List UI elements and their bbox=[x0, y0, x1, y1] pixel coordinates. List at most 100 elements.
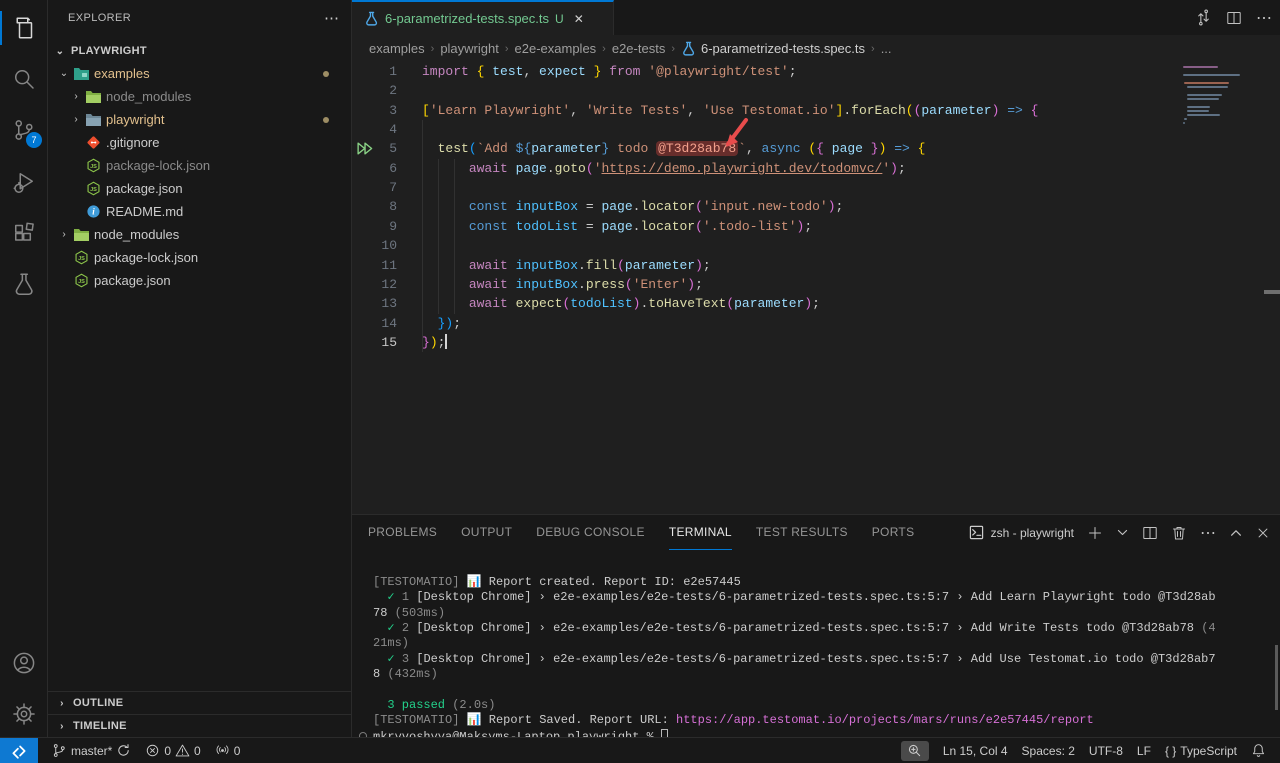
zoom-icon bbox=[907, 743, 922, 758]
tree-item-package-json[interactable]: JSpackage.json bbox=[48, 269, 351, 292]
source-control-icon[interactable]: 7 bbox=[0, 106, 48, 154]
tree-item-package-json[interactable]: JSpackage.json bbox=[48, 177, 351, 200]
cursor-position-item[interactable]: Ln 15, Col 4 bbox=[937, 740, 1014, 762]
line-number: 7 bbox=[352, 178, 397, 197]
breadcrumb-item[interactable]: ... bbox=[881, 41, 892, 56]
indentation-item[interactable]: Spaces: 2 bbox=[1016, 740, 1081, 762]
split-editor-icon[interactable] bbox=[1226, 10, 1242, 26]
terminal-dropdown-icon[interactable] bbox=[1116, 526, 1129, 539]
panel-tab-bar: PROBLEMS OUTPUT DEBUG CONSOLE TERMINAL TEST … bbox=[368, 515, 914, 550]
tree-item-label: package.json bbox=[94, 273, 171, 288]
sidebar-title: EXPLORER bbox=[68, 12, 324, 24]
outline-section[interactable]: › OUTLINE bbox=[48, 691, 351, 714]
breadcrumb-item[interactable]: e2e-examples bbox=[515, 41, 597, 56]
svg-text:JS: JS bbox=[78, 256, 85, 262]
account-icon[interactable] bbox=[0, 639, 48, 687]
problems-item[interactable]: 0 0 bbox=[139, 740, 206, 762]
tree-item-label: playwright bbox=[106, 112, 165, 127]
terminal-line: [TESTOMATIO] 📊 Report created. Report ID… bbox=[373, 575, 1266, 590]
search-icon[interactable] bbox=[0, 55, 48, 103]
breadcrumb-item[interactable]: 6-parametrized-tests.spec.ts bbox=[681, 41, 865, 56]
scm-badge: 7 bbox=[26, 132, 42, 148]
terminal-line: ✓ 2 [Desktop Chrome] › e2e-examples/e2e-… bbox=[373, 621, 1266, 636]
testing-icon[interactable] bbox=[0, 260, 48, 308]
workspace-section-header[interactable]: ⌄ PLAYWRIGHT bbox=[52, 40, 351, 62]
panel-more-actions-icon[interactable]: ⋯ bbox=[1200, 523, 1216, 543]
warnings-count: 0 bbox=[194, 744, 201, 758]
breadcrumb: examples›playwright›e2e-examples›e2e-tes… bbox=[352, 35, 1280, 62]
branch-name: master* bbox=[71, 744, 112, 758]
panel-tab-terminal[interactable]: TERMINAL bbox=[669, 515, 732, 550]
screencast-zoom-item[interactable] bbox=[895, 740, 935, 762]
panel-tab-output[interactable]: OUTPUT bbox=[461, 515, 512, 550]
run-debug-icon[interactable] bbox=[0, 158, 48, 206]
terminal-line: 21ms) bbox=[373, 636, 1266, 651]
sync-icon bbox=[116, 743, 131, 758]
chevron-right-icon: › bbox=[68, 114, 84, 125]
tree-item-examples[interactable]: ⌄examples bbox=[48, 62, 351, 85]
new-terminal-icon[interactable] bbox=[1087, 525, 1103, 541]
tree-item-playwright[interactable]: › playwright bbox=[48, 108, 351, 131]
timeline-section[interactable]: › TIMELINE bbox=[48, 714, 351, 737]
ports-item[interactable]: 0 bbox=[209, 740, 247, 762]
encoding-item[interactable]: UTF-8 bbox=[1083, 740, 1129, 762]
tree-item-readme-md[interactable]: iREADME.md bbox=[48, 200, 351, 223]
terminal-line: [TESTOMATIO] 📊 Report Saved. Report URL:… bbox=[373, 713, 1266, 728]
panel-tab-debug-console[interactable]: DEBUG CONSOLE bbox=[536, 515, 645, 550]
modified-dot bbox=[323, 71, 329, 77]
tab-close-icon[interactable]: ✕ bbox=[574, 12, 584, 26]
terminal-title: zsh - playwright bbox=[991, 526, 1074, 540]
line-number: 2 bbox=[352, 81, 397, 100]
panel-tab-problems[interactable]: PROBLEMS bbox=[368, 515, 437, 550]
chevron-down-icon: ⌄ bbox=[52, 46, 68, 57]
terminal-icon bbox=[969, 525, 984, 540]
explorer-more-actions-icon[interactable]: ⋯ bbox=[324, 9, 339, 27]
tree-item-package-lock-json[interactable]: JSpackage-lock.json bbox=[48, 154, 351, 177]
terminal-scrollbar[interactable] bbox=[1275, 645, 1278, 710]
bottom-panel: PROBLEMS OUTPUT DEBUG CONSOLE TERMINAL TEST … bbox=[352, 514, 1280, 737]
line-number: 14 bbox=[352, 314, 397, 333]
terminal-output[interactable]: [TESTOMATIO] 📊 Report created. Report ID… bbox=[352, 550, 1280, 737]
line-number: 1 bbox=[352, 62, 397, 81]
line-number: 13 bbox=[352, 294, 397, 313]
explorer-icon[interactable] bbox=[0, 4, 48, 52]
extensions-icon[interactable] bbox=[0, 209, 48, 257]
svg-text:JS: JS bbox=[90, 187, 97, 193]
kill-terminal-icon[interactable] bbox=[1171, 525, 1187, 541]
breadcrumb-item[interactable]: playwright bbox=[440, 41, 499, 56]
maximize-panel-icon[interactable] bbox=[1229, 526, 1243, 540]
settings-gear-icon[interactable] bbox=[0, 690, 48, 738]
tree-item-node-modules[interactable]: ›node_modules bbox=[48, 223, 351, 246]
line-number: 4 bbox=[352, 120, 397, 139]
readme-icon: i bbox=[84, 204, 102, 219]
code-line: const todoList = page.locator('.todo-lis… bbox=[422, 217, 812, 236]
breadcrumb-separator: › bbox=[871, 43, 875, 55]
breadcrumb-item[interactable]: e2e-tests bbox=[612, 41, 665, 56]
overview-ruler-cursor bbox=[1264, 290, 1280, 294]
bell-icon bbox=[1251, 743, 1266, 758]
eol-item[interactable]: LF bbox=[1131, 740, 1157, 762]
split-terminal-icon[interactable] bbox=[1142, 525, 1158, 541]
nodejs-icon: JS bbox=[84, 181, 102, 196]
tab-6-parametrized-tests[interactable]: 6-parametrized-tests.spec.ts U ✕ bbox=[352, 0, 614, 35]
line-number: 12 bbox=[352, 275, 397, 294]
tree-item-node-modules[interactable]: ›node_modules bbox=[48, 85, 351, 108]
close-panel-icon[interactable] bbox=[1256, 526, 1270, 540]
sync-tests-icon[interactable] bbox=[1195, 9, 1212, 26]
editor-more-actions-icon[interactable]: ⋯ bbox=[1256, 8, 1272, 28]
panel-tab-ports[interactable]: PORTS bbox=[872, 515, 915, 550]
line-number: 5 bbox=[352, 139, 397, 158]
remote-indicator[interactable] bbox=[0, 738, 38, 763]
git-status-badge: U bbox=[555, 12, 564, 26]
notifications-item[interactable] bbox=[1245, 740, 1272, 762]
tree-item-package-lock-json[interactable]: JSpackage-lock.json bbox=[48, 246, 351, 269]
tree-item--gitignore[interactable]: .gitignore bbox=[48, 131, 351, 154]
breadcrumb-item[interactable]: examples bbox=[369, 41, 425, 56]
terminal-line bbox=[373, 682, 1266, 697]
line-number: 9 bbox=[352, 217, 397, 236]
line-number: 8 bbox=[352, 197, 397, 216]
terminal-instance[interactable]: zsh - playwright bbox=[969, 525, 1074, 540]
language-mode-item[interactable]: { } TypeScript bbox=[1159, 740, 1243, 762]
panel-tab-test-results[interactable]: TEST RESULTS bbox=[756, 515, 848, 550]
git-branch-item[interactable]: master* bbox=[46, 740, 137, 762]
